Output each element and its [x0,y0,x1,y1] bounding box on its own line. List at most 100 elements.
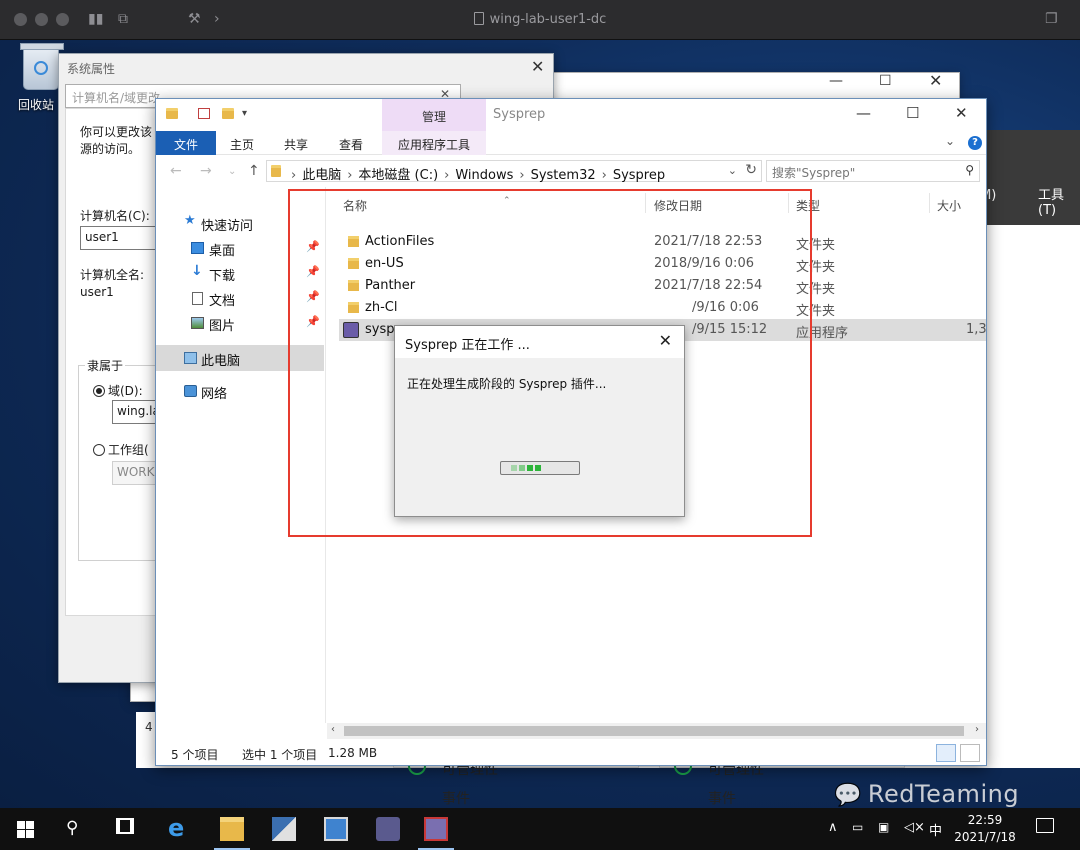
system-properties-taskbar-icon[interactable] [324,817,348,841]
workgroup-radio[interactable]: 工作组( [93,441,149,458]
full-name-value: user1 [80,285,114,299]
tab-app-tools[interactable]: 应用程序工具 [382,131,486,155]
status-bar: 5 个项目 选中 1 个项目 1.28 MB [156,741,986,765]
download-icon: ↓ [191,263,203,279]
search-icon[interactable]: ⚲ [965,163,974,177]
close-button[interactable]: ✕ [929,71,942,90]
workgroup-radio-label: 工作组( [108,443,149,457]
explorer-title-bar: ▾ 管理 Sysprep — ☐ ✕ [156,99,986,131]
nav-label: 此电脑 [201,354,241,369]
quick-access-dropdown-icon[interactable]: ▾ [242,108,247,119]
expand-ribbon-icon[interactable]: ⌄ [945,134,955,148]
show-hidden-icons-icon[interactable]: ∧ [828,820,838,835]
internet-explorer-icon[interactable]: e [168,814,192,842]
scroll-left-icon[interactable]: ‹ [331,724,335,735]
network-tray-icon[interactable]: ▣ [878,820,889,834]
breadcrumb-local-disk[interactable]: 本地磁盘 (C:) [358,168,438,183]
address-bar[interactable]: › 此电脑 › 本地磁盘 (C:) › Windows › System32 › Sysprep … [266,160,762,183]
help-icon[interactable]: ? [968,136,982,150]
forward-arrow-icon[interactable]: → [200,163,212,179]
computer-name-label: 计算机名(C): [80,209,150,223]
server-manager-icon[interactable] [272,817,296,841]
breadcrumb-system32[interactable]: System32 [531,168,596,183]
nav-label: 文档 [209,294,236,309]
close-button[interactable]: ✕ [531,57,544,76]
maximize-button[interactable]: ☐ [906,104,919,122]
item-count: 5 个项目 [171,748,219,762]
search-placeholder: 搜索"Sysprep" [772,166,856,180]
sysprep-taskbar-icon[interactable] [424,817,448,841]
maximize-button[interactable]: ☐ [879,73,892,89]
folder-icon [166,108,178,119]
breadcrumb-windows[interactable]: Windows [455,168,513,183]
domain-radio[interactable]: 域(D): [93,382,143,399]
picture-icon [191,317,204,329]
tab-home[interactable]: 主页 [230,131,254,155]
up-arrow-icon[interactable]: ↑ [248,163,260,179]
start-button[interactable] [17,821,34,838]
tab-file[interactable]: 文件 [156,131,216,155]
column-divider[interactable] [929,193,930,213]
large-icons-view-icon[interactable] [960,744,980,762]
input-method-indicator[interactable]: 中 [929,820,942,839]
member-of-label: 隶属于 [85,357,126,374]
breadcrumb-separator-icon: › [347,168,353,183]
clock[interactable]: 22:59 2021/7/18 [948,812,1022,846]
watermark: 💬 RedTeaming [834,780,1019,808]
computer-management-icon[interactable] [376,817,400,841]
radio-selected-icon[interactable] [93,385,105,397]
nav-label: 下载 [209,269,236,284]
nav-label: 图片 [209,319,236,334]
new-folder-icon[interactable] [222,108,234,119]
refresh-icon[interactable]: ↻ [745,162,757,178]
search-input[interactable]: 搜索"Sysprep" ⚲ [766,160,980,182]
breadcrumb-this-pc[interactable]: 此电脑 [302,168,341,183]
notification-icon[interactable] [1036,818,1054,833]
back-arrow-icon[interactable]: ← [170,163,182,179]
details-view-icon[interactable] [936,744,956,762]
manage-context-tab[interactable]: 管理 [382,99,486,131]
tile-left-line2[interactable]: 事件 [442,788,470,808]
watermark-text: RedTeaming [867,780,1020,808]
restore-icon[interactable]: ❐ [1045,11,1058,27]
minimize-button[interactable]: — [856,104,871,122]
description-line1: 你可以更改该 [80,125,153,139]
column-size[interactable]: 大小 [937,197,961,214]
description-line2: 源的访问。 [80,142,141,156]
battery-icon[interactable]: ▭ [852,820,863,834]
chevron-down-icon[interactable]: ⌄ [728,164,737,177]
wechat-icon: 💬 [834,783,862,808]
vm-title-text: wing-lab-user1-dc [489,12,607,27]
radio-unselected-icon[interactable] [93,444,105,456]
tab-share[interactable]: 共享 [284,131,308,155]
computer-icon [184,352,197,364]
document-icon [192,292,203,305]
tab-view[interactable]: 查看 [339,131,363,155]
document-icon [473,12,484,25]
minimize-button[interactable]: — [829,73,843,89]
horizontal-scrollbar[interactable]: ‹ › [327,723,986,739]
full-name-label: 计算机全名: [80,268,145,282]
selected-count: 选中 1 个项目 [242,748,318,762]
close-button[interactable]: ✕ [955,104,968,122]
file-explorer-taskbar-icon[interactable] [220,817,244,841]
scrollbar-thumb[interactable] [344,726,964,736]
menu-tools[interactable]: 工具(T) [1038,184,1080,218]
properties-icon[interactable] [198,108,210,119]
network-icon [184,385,197,397]
hidden-value: 4 [145,720,153,734]
vm-title: wing-lab-user1-dc [0,12,1080,27]
search-icon[interactable]: ⚲ [66,818,78,838]
tile-right-line2[interactable]: 事件 [708,788,736,808]
domain-radio-label: 域(D): [108,384,143,398]
volume-muted-icon[interactable]: ◁× [904,820,925,835]
file-size: 1,3 [966,322,987,337]
recent-dropdown-icon[interactable]: ⌄ [228,166,236,177]
task-view-icon[interactable] [116,818,134,834]
nav-label: 网络 [201,387,228,402]
breadcrumb-sysprep[interactable]: Sysprep [613,168,665,183]
scroll-right-icon[interactable]: › [975,724,979,735]
window-title: 系统属性 [67,62,116,76]
recycle-bin-icon [20,43,64,90]
clock-time: 22:59 [967,813,1003,827]
